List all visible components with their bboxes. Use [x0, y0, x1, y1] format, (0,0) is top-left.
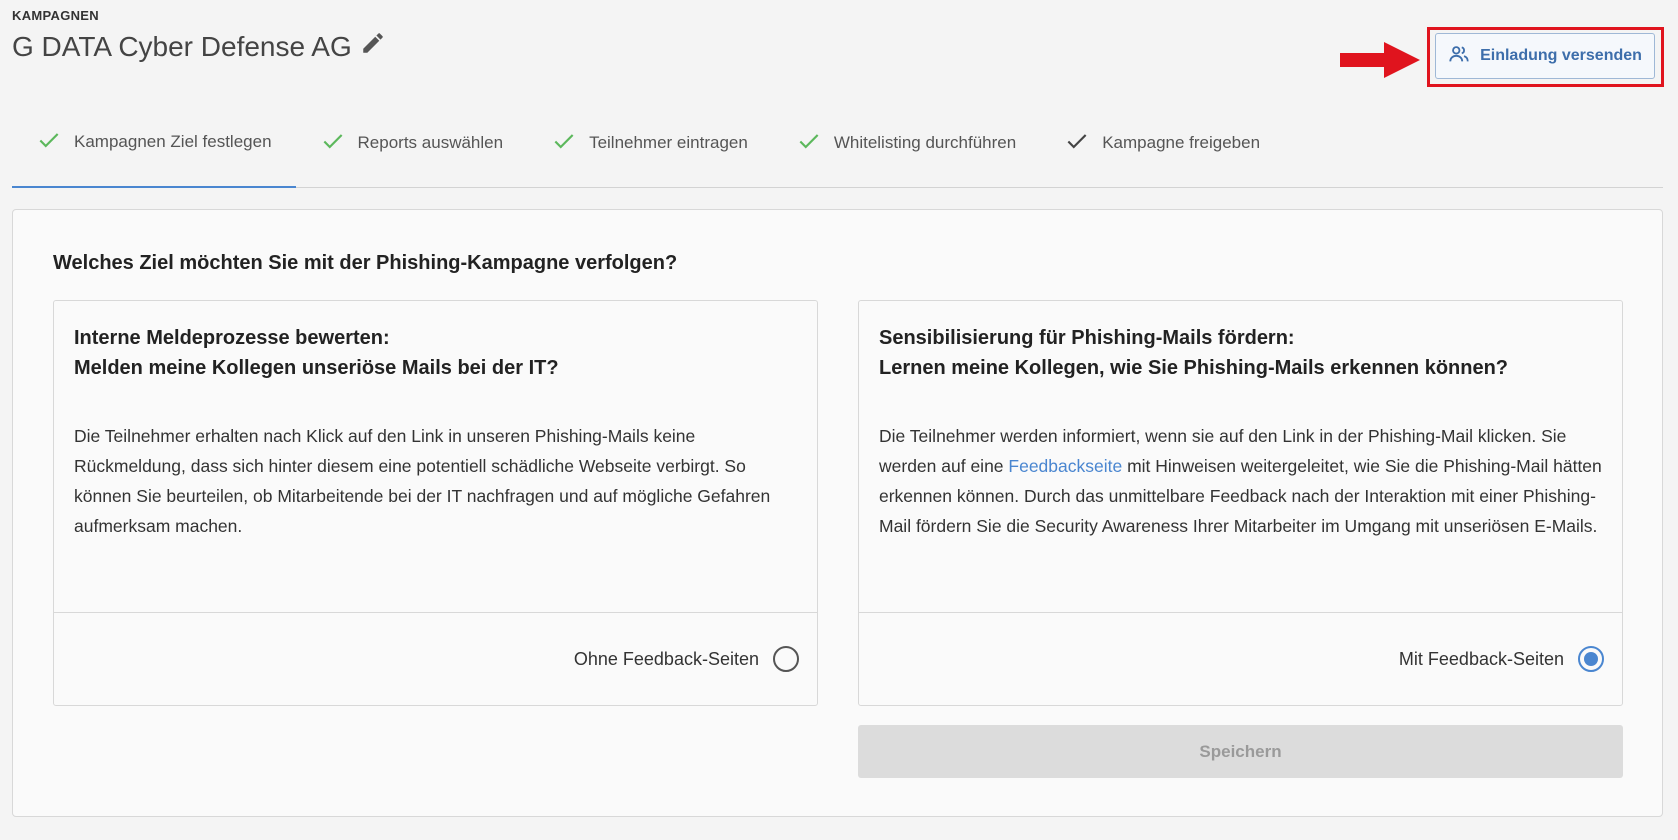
radio-no-feedback[interactable] [773, 646, 799, 672]
check-icon [320, 128, 346, 159]
check-icon [36, 127, 62, 158]
option-label: Mit Feedback-Seiten [1398, 648, 1564, 669]
card-title-line: Sensibilisierung für Phishing-Mails förd… [879, 327, 1295, 349]
page-title-row: G DATA Cyber Defense AG [12, 30, 386, 63]
step-whitelisting[interactable]: Whitelisting durchführen [772, 110, 1040, 176]
step-label: Kampagnen Ziel festlegen [74, 132, 272, 151]
goal-panel: Welches Ziel möchten Sie mit der Phishin… [12, 209, 1663, 817]
feedback-page-link[interactable]: Feedbackseite [1008, 456, 1122, 476]
check-icon [1064, 128, 1090, 159]
card-footer: Ohne Feedback-Seiten [54, 612, 817, 705]
radio-with-feedback[interactable] [1578, 646, 1604, 672]
invite-button-label: Einladung versenden [1480, 47, 1642, 64]
card-description: Die Teilnehmer werden informiert, wenn s… [879, 421, 1604, 541]
step-label: Whitelisting durchführen [833, 133, 1017, 152]
option-card-with-feedback[interactable]: Sensibilisierung für Phishing-Mails förd… [858, 300, 1623, 706]
users-icon [1448, 43, 1470, 70]
pencil-icon[interactable] [360, 30, 386, 63]
page-title: G DATA Cyber Defense AG [12, 30, 352, 62]
card-description: Die Teilnehmer erhalten nach Klick auf d… [74, 426, 771, 536]
step-release[interactable]: Kampagne freigeben [1040, 110, 1284, 176]
card-title-line: Lernen meine Kollegen, wie Sie Phishing-… [879, 357, 1509, 379]
step-label: Teilnehmer eintragen [589, 133, 748, 152]
invite-button[interactable]: Einladung versenden [1435, 33, 1655, 79]
check-icon [796, 128, 822, 159]
card-title: Interne Meldeprozesse bewerten: Melden m… [74, 323, 797, 383]
step-participants[interactable]: Teilnehmer eintragen [527, 110, 772, 176]
step-reports[interactable]: Reports auswählen [296, 110, 528, 176]
stepper: Kampagnen Ziel festlegen Reports auswähl… [12, 110, 1663, 188]
card-title: Sensibilisierung für Phishing-Mails förd… [879, 323, 1602, 383]
save-button[interactable]: Speichern [858, 725, 1623, 778]
step-label: Kampagne freigeben [1102, 133, 1261, 152]
breadcrumb: KAMPAGNEN [12, 8, 99, 23]
check-icon [551, 128, 577, 159]
step-label: Reports auswählen [357, 133, 504, 152]
card-title-line: Melden meine Kollegen unseriöse Mails be… [74, 357, 559, 379]
option-card-no-feedback[interactable]: Interne Meldeprozesse bewerten: Melden m… [53, 300, 818, 706]
card-title-line: Interne Meldeprozesse bewerten: [74, 327, 390, 349]
goal-question: Welches Ziel möchten Sie mit der Phishin… [53, 252, 678, 274]
option-label: Ohne Feedback-Seiten [573, 648, 759, 669]
arrow-right-icon [1340, 42, 1420, 78]
card-footer: Mit Feedback-Seiten [859, 612, 1622, 705]
step-campaign-goal[interactable]: Kampagnen Ziel festlegen [12, 110, 296, 188]
